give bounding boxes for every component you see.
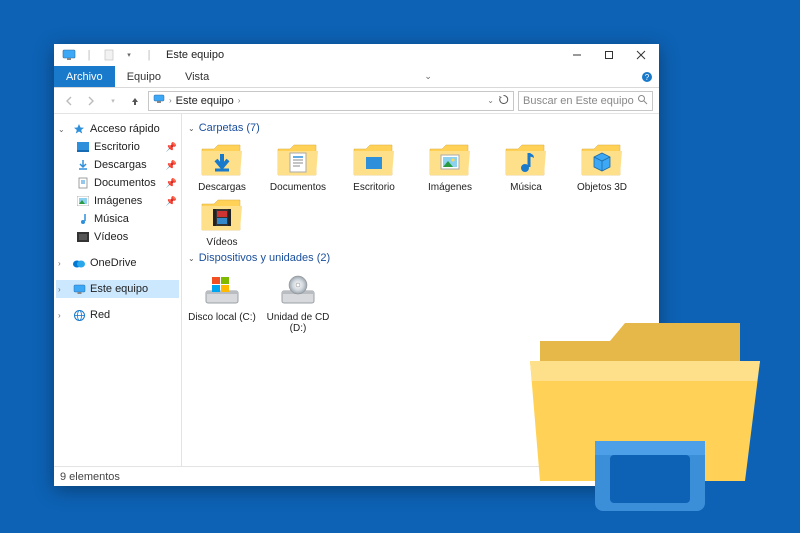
- address-bar[interactable]: › Este equipo › ⌄: [148, 91, 514, 111]
- help-icon[interactable]: ?: [635, 66, 659, 87]
- folder-escritorio[interactable]: Escritorio: [338, 140, 410, 193]
- documents-icon: [76, 176, 90, 190]
- search-placeholder: Buscar en Este equipo: [523, 95, 634, 107]
- chevron-down-icon: ⌄: [188, 124, 195, 133]
- downloads-icon: [76, 158, 90, 172]
- cd-drive-icon: [274, 270, 322, 310]
- folder-icon: [274, 140, 322, 180]
- nav-recent-button[interactable]: ▾: [104, 92, 122, 110]
- window-title: Este equipo: [166, 49, 224, 61]
- chevron-down-icon: ⌄: [188, 254, 195, 263]
- chevron-right-icon: ›: [169, 96, 172, 105]
- maximize-button[interactable]: [593, 44, 625, 66]
- folder-icon: [198, 140, 246, 180]
- chevron-down-icon[interactable]: ⌄: [487, 96, 494, 105]
- pin-icon: 📌: [166, 178, 177, 189]
- sidebar-item-musica[interactable]: Música: [56, 210, 179, 228]
- sidebar-item-escritorio[interactable]: Escritorio 📌: [56, 138, 179, 156]
- folder-icon: [198, 195, 246, 235]
- pin-icon: 📌: [166, 142, 177, 153]
- chevron-right-icon: ›: [58, 259, 68, 268]
- qat-sep-icon: |: [80, 47, 98, 63]
- app-icon: [60, 47, 78, 63]
- nav-forward-button[interactable]: [82, 92, 100, 110]
- status-item-count: 9 elementos: [60, 471, 120, 483]
- folder-descargas[interactable]: Descargas: [186, 140, 258, 193]
- breadcrumb-thispc[interactable]: Este equipo: [176, 95, 234, 107]
- file-explorer-logo: [510, 281, 780, 521]
- star-icon: [72, 122, 86, 136]
- chevron-right-icon: ›: [58, 285, 68, 294]
- qat-dropdown-icon[interactable]: ▾: [120, 47, 138, 63]
- sidebar-item-videos[interactable]: Vídeos: [56, 228, 179, 246]
- folder-documentos[interactable]: Documentos: [262, 140, 334, 193]
- drive-local-c[interactable]: Disco local (C:): [186, 270, 258, 334]
- section-drives-header[interactable]: ⌄ Dispositivos y unidades (2): [188, 252, 651, 264]
- section-folders-header[interactable]: ⌄ Carpetas (7): [188, 122, 651, 134]
- pin-icon: 📌: [166, 160, 177, 171]
- network-icon: [72, 308, 86, 322]
- sidebar-onedrive[interactable]: › OneDrive: [56, 254, 179, 272]
- quick-access-toolbar: | ▾ |: [56, 47, 158, 63]
- desktop-icon: [76, 140, 90, 154]
- sidebar-quick-access[interactable]: ⌄ Acceso rápido: [56, 120, 179, 138]
- search-icon: [637, 94, 648, 108]
- navigation-bar: ▾ › Este equipo › ⌄ Buscar en Este equip…: [54, 88, 659, 114]
- navigation-pane: ⌄ Acceso rápido Escritorio 📌 Descargas 📌: [54, 114, 182, 466]
- sidebar-network[interactable]: › Red: [56, 306, 179, 324]
- folder-icon: [426, 140, 474, 180]
- nav-up-button[interactable]: [126, 92, 144, 110]
- sidebar-item-descargas[interactable]: Descargas 📌: [56, 156, 179, 174]
- folder-icon: [578, 140, 626, 180]
- qat-sep2-icon: |: [140, 47, 158, 63]
- sidebar-this-pc[interactable]: › Este equipo: [56, 280, 179, 298]
- sidebar-item-imagenes[interactable]: Imágenes 📌: [56, 192, 179, 210]
- folder-videos[interactable]: Vídeos: [186, 195, 258, 248]
- svg-text:?: ?: [645, 73, 650, 82]
- minimize-button[interactable]: [561, 44, 593, 66]
- ribbon-tabs: Archivo Equipo Vista ⌄ ?: [54, 66, 659, 88]
- chevron-down-icon: ⌄: [58, 125, 68, 134]
- videos-icon: [76, 230, 90, 244]
- search-input[interactable]: Buscar en Este equipo: [518, 91, 653, 111]
- pictures-icon: [76, 194, 90, 208]
- folder-icon: [350, 140, 398, 180]
- ribbon-toggle-icon[interactable]: ⌄: [416, 66, 440, 87]
- folder-imagenes[interactable]: Imágenes: [414, 140, 486, 193]
- titlebar: | ▾ | Este equipo: [54, 44, 659, 66]
- breadcrumb-pc-icon: [153, 94, 165, 107]
- tab-file[interactable]: Archivo: [54, 66, 115, 87]
- chevron-right-icon: ›: [58, 311, 68, 320]
- pc-icon: [72, 282, 86, 296]
- folder-icon: [502, 140, 550, 180]
- chevron-right-icon: ›: [238, 96, 241, 105]
- folders-grid: Descargas Documentos Escritorio: [186, 140, 651, 248]
- sidebar-item-documentos[interactable]: Documentos 📌: [56, 174, 179, 192]
- folder-musica[interactable]: Música: [490, 140, 562, 193]
- drive-icon: [198, 270, 246, 310]
- pin-icon: 📌: [166, 196, 177, 207]
- drive-cd-d[interactable]: Unidad de CD (D:): [262, 270, 334, 334]
- tab-equipo[interactable]: Equipo: [115, 66, 173, 87]
- close-button[interactable]: [625, 44, 657, 66]
- music-icon: [76, 212, 90, 226]
- tab-vista[interactable]: Vista: [173, 66, 221, 87]
- refresh-icon[interactable]: [498, 94, 509, 108]
- qat-doc-icon[interactable]: [100, 47, 118, 63]
- folder-objetos3d[interactable]: Objetos 3D: [566, 140, 638, 193]
- nav-back-button[interactable]: [60, 92, 78, 110]
- onedrive-icon: [72, 256, 86, 270]
